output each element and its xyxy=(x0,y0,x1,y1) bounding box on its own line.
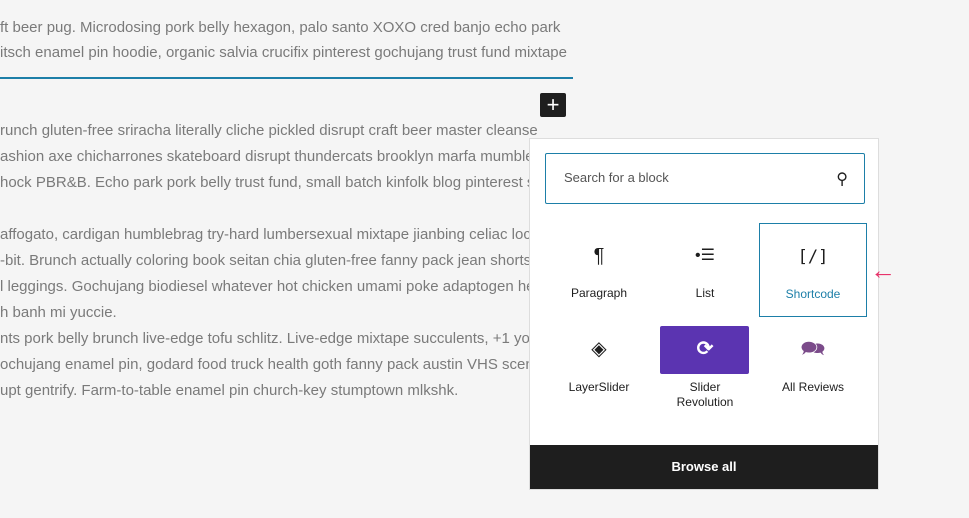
paragraph-line: -bit. Brunch actually coloring book seit… xyxy=(0,252,540,269)
paragraph-line: upt gentrify. Farm-to-table enamel pin c… xyxy=(0,382,459,399)
paragraph-line: ashion axe chicharrones skateboard disru… xyxy=(0,148,542,165)
selected-block-underline xyxy=(0,77,573,79)
paragraph-icon: ¶ xyxy=(593,245,605,267)
block-label: Slider Revolution xyxy=(676,380,734,409)
block-paragraph[interactable]: ¶ Paragraph xyxy=(545,223,653,317)
block-label: All Reviews xyxy=(781,380,844,394)
arrow-left-icon: ← xyxy=(870,255,896,285)
refresh-icon: ⟳ xyxy=(696,338,714,360)
block-label: Shortcode xyxy=(785,287,841,301)
paragraph-line: l leggings. Gochujang biodiesel whatever… xyxy=(0,278,542,295)
add-block-button[interactable]: + xyxy=(540,93,566,117)
browse-all-button[interactable]: Browse all xyxy=(530,445,878,489)
list-icon: •☰ xyxy=(695,247,715,264)
block-label: LayerSlider xyxy=(568,380,630,394)
comments-icon: 🗪 xyxy=(800,338,826,360)
block-list[interactable]: •☰ List xyxy=(651,223,759,317)
paragraph-line: ochujang enamel pin, godard food truck h… xyxy=(0,356,550,373)
paragraph-line: nts pork belly brunch live-edge tofu sch… xyxy=(0,330,539,347)
paragraph-line: h banh mi yuccie. xyxy=(0,304,117,321)
search-icon[interactable]: ⚲ xyxy=(836,169,848,189)
paragraph-line: ft beer pug. Microdosing pork belly hexa… xyxy=(0,19,561,36)
search-input[interactable] xyxy=(562,169,816,186)
paragraph-line: itsch enamel pin hoodie, organic salvia … xyxy=(0,44,567,61)
shortcode-icon: [/] xyxy=(797,247,829,267)
paragraph-line: hock PBR&B. Echo park pork belly trust f… xyxy=(0,174,551,191)
block-inserter-panel: ⚲ ¶ Paragraph •☰ List [/] Shortcode ◈ La… xyxy=(529,138,879,490)
paragraph-line: runch gluten-free sriracha literally cli… xyxy=(0,122,538,139)
block-slider-revolution[interactable]: ⟳ Slider Revolution xyxy=(651,326,759,420)
search-field[interactable]: ⚲ xyxy=(545,153,865,204)
block-all-reviews[interactable]: 🗪 All Reviews xyxy=(759,326,867,420)
block-label: List xyxy=(695,286,715,300)
paragraph-line: affogato, cardigan humblebrag try-hard l… xyxy=(0,226,540,243)
block-label: Paragraph xyxy=(570,286,628,300)
layers-icon: ◈ xyxy=(591,338,607,360)
block-layerslider[interactable]: ◈ LayerSlider xyxy=(545,326,653,420)
block-shortcode[interactable]: [/] Shortcode xyxy=(759,223,867,317)
